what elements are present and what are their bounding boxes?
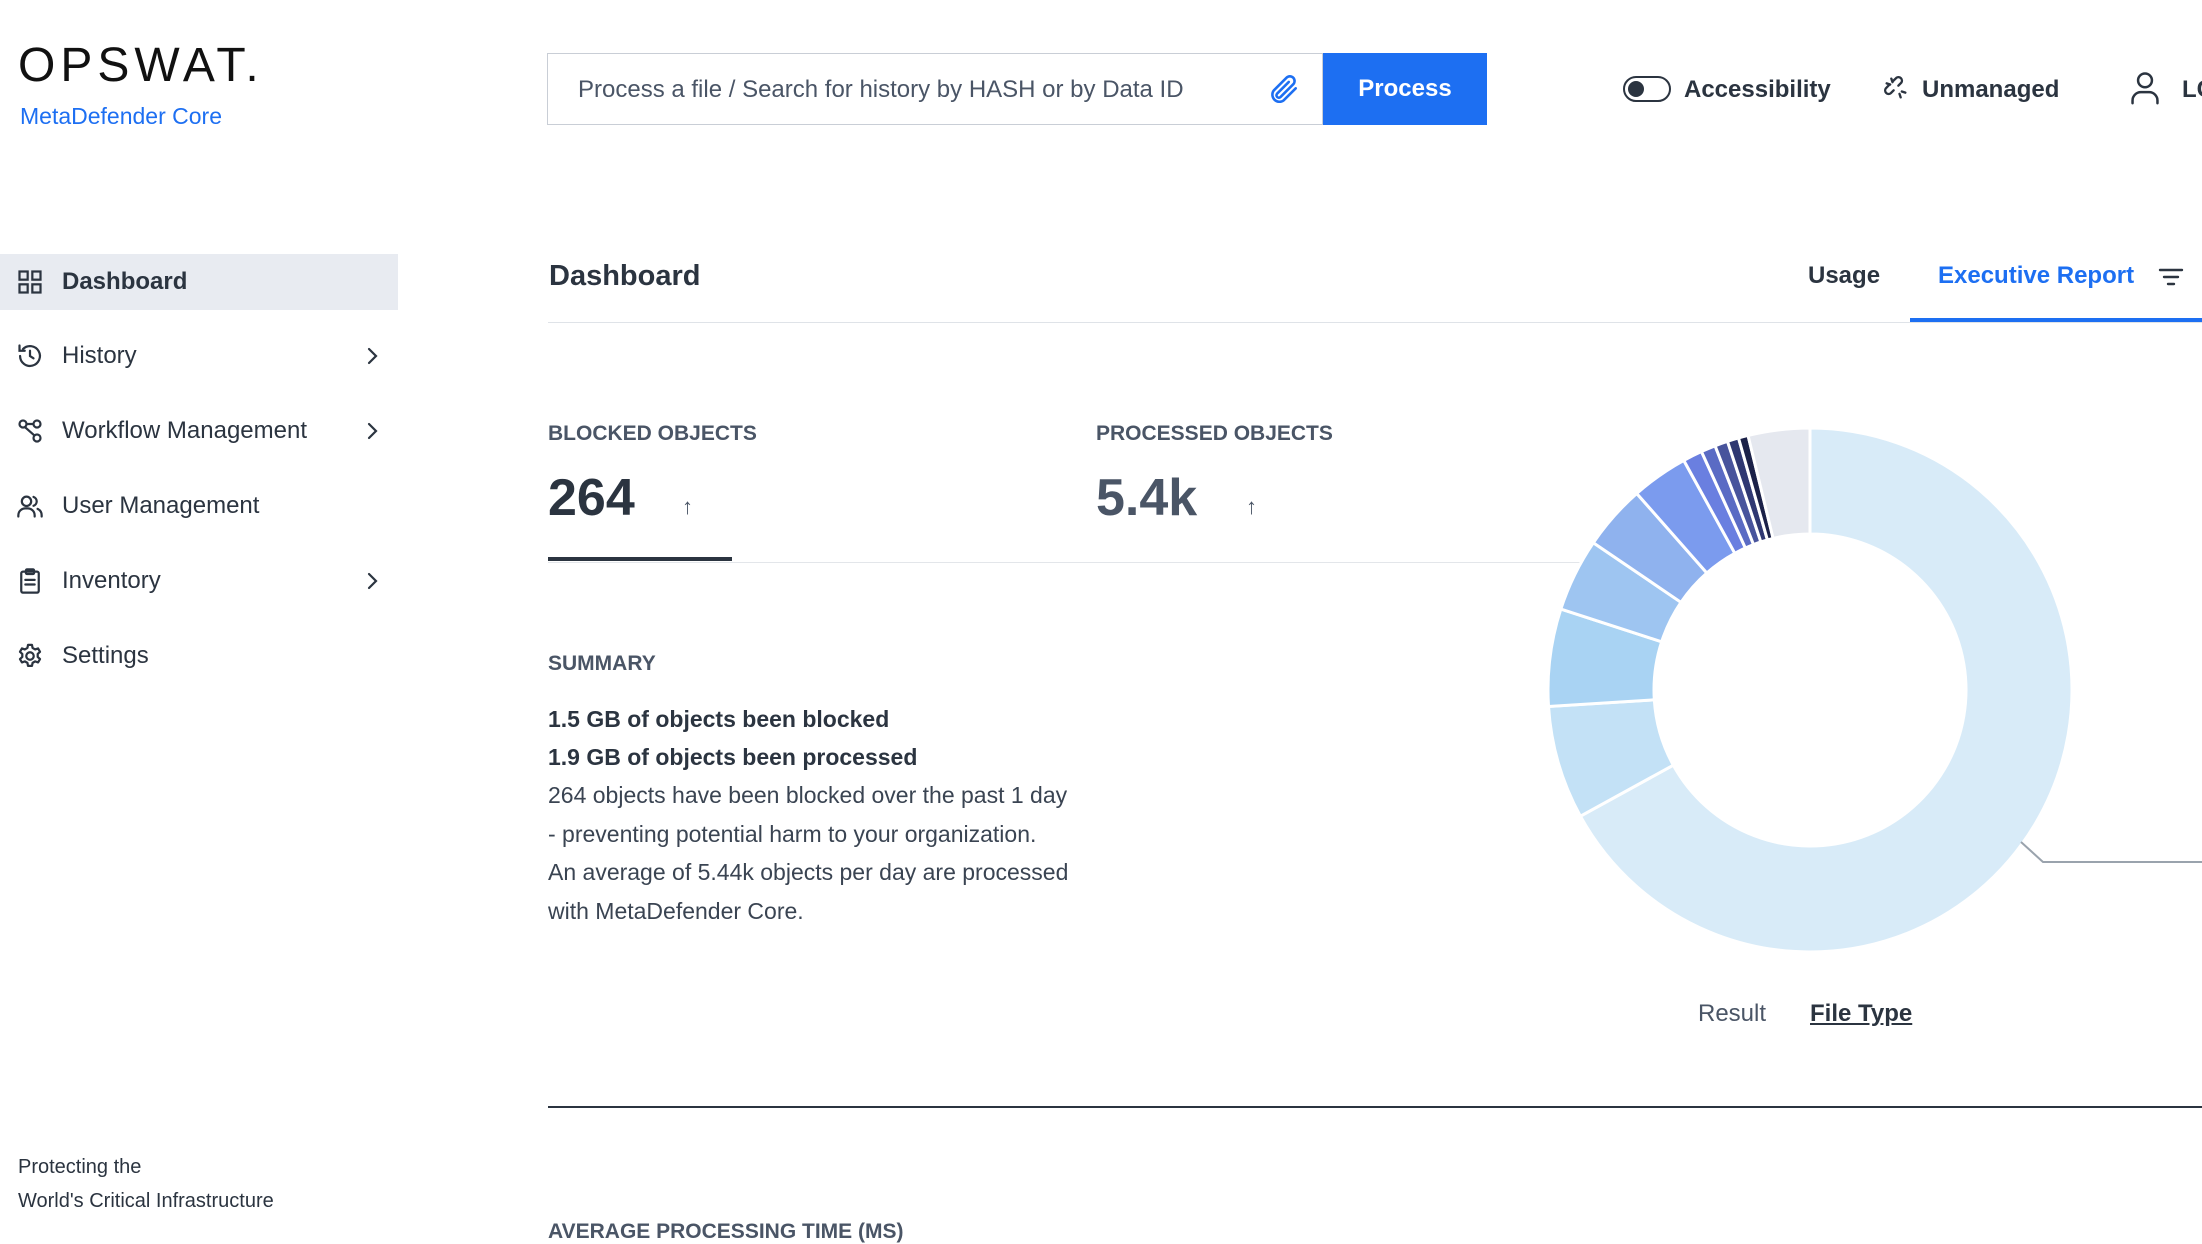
sidebar-item-user-management[interactable]: User Management bbox=[0, 478, 398, 534]
tab-executive-report[interactable]: Executive Report bbox=[1938, 262, 2134, 290]
selected-stat-indicator bbox=[548, 557, 732, 561]
broken-link-icon bbox=[1882, 74, 1910, 102]
arrow-up-icon: ↑ bbox=[1246, 494, 1257, 519]
sidebar-item-inventory[interactable]: Inventory bbox=[0, 553, 398, 609]
chevron-right-icon bbox=[360, 569, 384, 593]
header-divider bbox=[548, 322, 2202, 323]
process-button[interactable]: Process bbox=[1323, 53, 1487, 125]
gear-icon bbox=[15, 641, 45, 671]
workflow-icon bbox=[15, 416, 45, 446]
history-icon bbox=[15, 341, 45, 371]
processed-objects-value[interactable]: 5.4k bbox=[1096, 468, 1197, 528]
summary-title: SUMMARY bbox=[548, 652, 656, 675]
footer-tagline-line2: World's Critical Infrastructure bbox=[18, 1190, 274, 1212]
sidebar-item-label: Settings bbox=[62, 642, 149, 669]
stats-divider bbox=[548, 562, 1588, 563]
summary-text-line: - preventing potential harm to your orga… bbox=[548, 821, 1037, 847]
dashboard-grid-icon bbox=[15, 267, 45, 297]
chart-leader-line bbox=[2020, 841, 2202, 863]
filter-icon[interactable] bbox=[2158, 266, 2184, 288]
accessibility-toggle[interactable] bbox=[1623, 76, 1671, 102]
chevron-right-icon bbox=[360, 344, 384, 368]
login-label[interactable]: LC bbox=[2182, 76, 2202, 104]
unmanaged-status[interactable]: Unmanaged bbox=[1922, 76, 2059, 104]
sidebar-item-dashboard[interactable]: Dashboard bbox=[0, 254, 398, 310]
chart-tab-result[interactable]: Result bbox=[1698, 1000, 1766, 1028]
blocked-objects-label[interactable]: BLOCKED OBJECTS bbox=[548, 422, 757, 446]
page-title: Dashboard bbox=[549, 260, 701, 292]
search-input[interactable] bbox=[576, 54, 1240, 126]
average-processing-time-label: AVERAGE PROCESSING TIME (MS) bbox=[548, 1220, 904, 1243]
footer-tagline-line1: Protecting the bbox=[18, 1156, 142, 1178]
paperclip-icon[interactable] bbox=[1266, 72, 1300, 106]
search-box bbox=[547, 53, 1323, 126]
sidebar-item-label: User Management bbox=[62, 492, 260, 519]
summary-text-line: 264 objects have been blocked over the p… bbox=[548, 782, 1068, 808]
tab-usage[interactable]: Usage bbox=[1808, 262, 1880, 290]
chevron-right-icon bbox=[360, 419, 384, 443]
summary-text-line: An average of 5.44k objects per day are … bbox=[548, 859, 1069, 885]
users-icon bbox=[15, 491, 45, 521]
file-type-donut-chart[interactable] bbox=[1540, 420, 2202, 980]
sidebar-item-label: Dashboard bbox=[62, 268, 188, 295]
sidebar-item-label: Inventory bbox=[62, 567, 161, 594]
sidebar-item-settings[interactable]: Settings bbox=[0, 628, 398, 684]
clipboard-icon bbox=[15, 566, 45, 596]
blocked-objects-value[interactable]: 264 bbox=[548, 468, 635, 528]
sidebar-item-workflow-management[interactable]: Workflow Management bbox=[0, 403, 398, 459]
summary-text-line: with MetaDefender Core. bbox=[548, 898, 804, 924]
product-name: MetaDefender Core bbox=[20, 103, 222, 129]
chart-tab-file-type[interactable]: File Type bbox=[1810, 1000, 1912, 1028]
sidebar-item-history[interactable]: History bbox=[0, 328, 398, 384]
accessibility-label[interactable]: Accessibility bbox=[1684, 76, 1831, 104]
sidebar-item-label: History bbox=[62, 342, 137, 369]
processed-objects-label[interactable]: PROCESSED OBJECTS bbox=[1096, 422, 1333, 446]
opswat-logo[interactable]: OPSWAT. bbox=[18, 42, 264, 90]
user-icon[interactable] bbox=[2128, 70, 2162, 106]
summary-processed-size: 1.9 GB of objects been processed bbox=[548, 744, 918, 770]
sidebar-item-label: Workflow Management bbox=[62, 417, 307, 444]
summary-blocked-size: 1.5 GB of objects been blocked bbox=[548, 706, 890, 732]
arrow-up-icon: ↑ bbox=[682, 494, 693, 519]
section-divider bbox=[548, 1106, 2202, 1108]
